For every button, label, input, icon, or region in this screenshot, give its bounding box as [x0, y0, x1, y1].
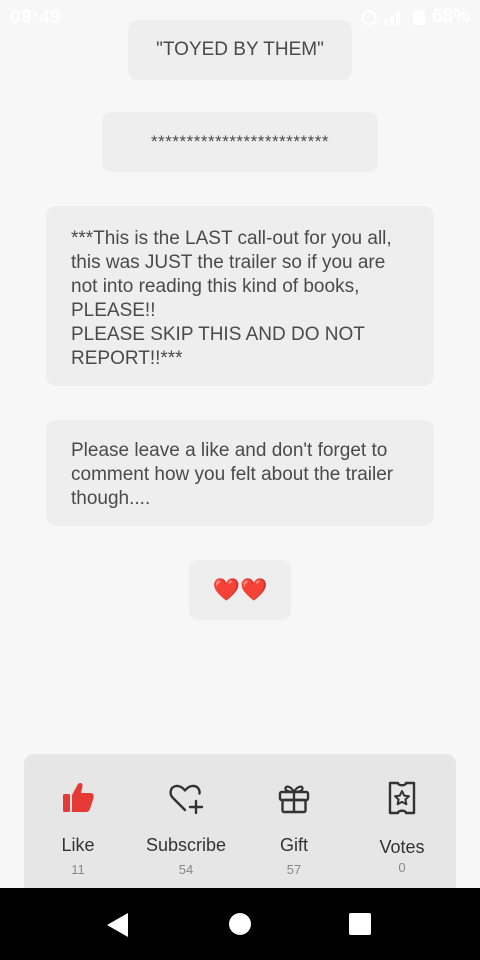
gift-count: 57 — [286, 862, 302, 877]
message-bubble: ❤️❤️ — [189, 560, 291, 620]
message-text: Please leave a like and don't forget to … — [71, 440, 394, 509]
subscribe-count: 54 — [178, 862, 194, 877]
action-bar: Like 11 Subscribe 54 Gift 57 Votes 0 — [24, 754, 456, 894]
like-label: Like — [61, 835, 95, 855]
battery-icon — [412, 10, 425, 25]
message-text: "TOYED BY THEM" — [156, 39, 324, 60]
back-icon[interactable] — [106, 912, 130, 938]
home-icon[interactable] — [229, 913, 251, 935]
navigation-bar — [0, 888, 480, 960]
status-time: 09:49 — [10, 7, 62, 28]
message-bubble: Please leave a like and don't forget to … — [46, 420, 434, 526]
message-bubble: ***This is the LAST call-out for you all… — [46, 206, 434, 386]
message-text: ***This is the LAST call-out for you all… — [71, 228, 392, 369]
ticket-star-icon — [348, 780, 456, 816]
status-icons: 68% — [360, 6, 470, 28]
gift-button[interactable]: Gift 57 — [240, 754, 348, 888]
signal-icon — [383, 12, 400, 25]
battery-percent: 68% — [431, 6, 470, 27]
gift-icon — [240, 780, 348, 816]
votes-button[interactable]: Votes 0 — [348, 754, 456, 888]
alarm-icon — [361, 10, 377, 26]
message-bubble: "TOYED BY THEM" — [128, 20, 352, 80]
votes-count: 0 — [398, 860, 406, 875]
thumbs-up-icon — [24, 780, 132, 816]
heart-plus-icon — [132, 780, 240, 816]
message-bubble: ************************* — [102, 112, 378, 172]
subscribe-label: Subscribe — [145, 835, 227, 855]
subscribe-button[interactable]: Subscribe 54 — [132, 754, 240, 888]
like-count: 11 — [71, 862, 85, 877]
gift-label: Gift — [279, 835, 308, 855]
votes-label: Votes — [379, 837, 425, 857]
recent-apps-icon[interactable] — [349, 913, 371, 935]
message-text: ❤️❤️ — [212, 577, 268, 602]
message-text: ************************* — [151, 132, 329, 151]
like-button[interactable]: Like 11 — [24, 754, 132, 888]
